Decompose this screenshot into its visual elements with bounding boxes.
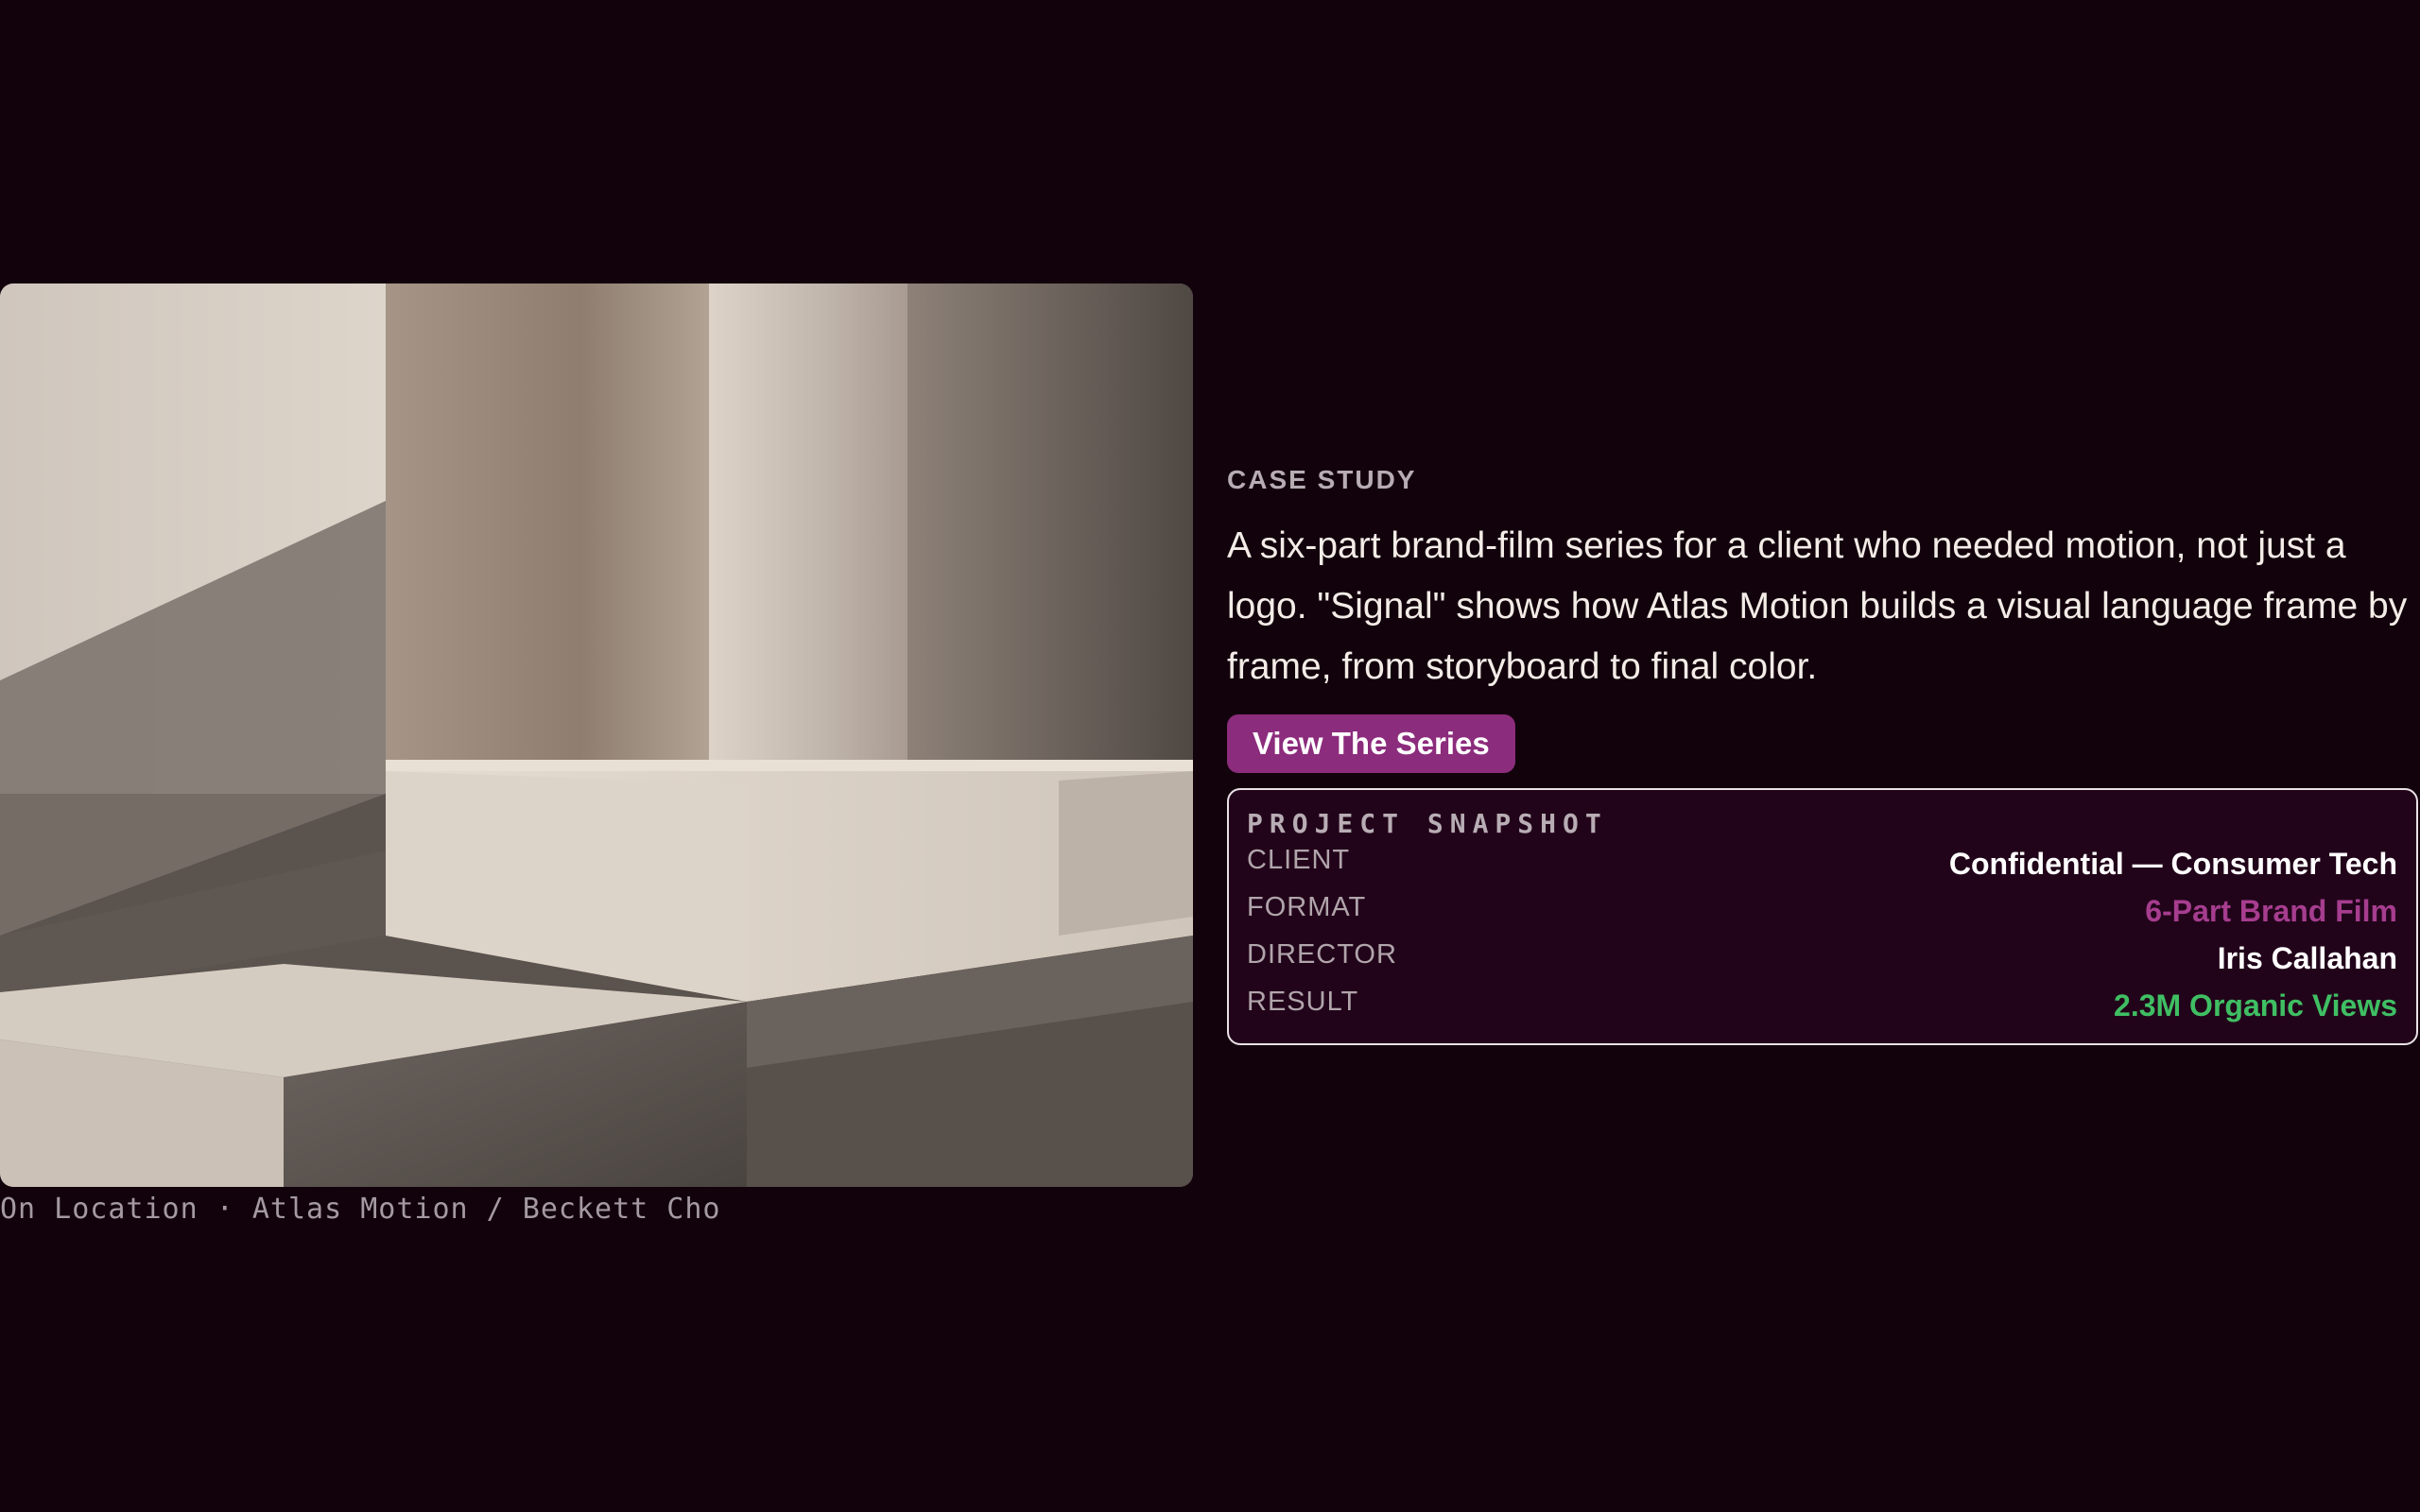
- snapshot-label: DIRECTOR: [1247, 939, 1397, 970]
- hero-image: [0, 284, 1193, 1187]
- case-study-content: CASE STUDY A six-part brand-film series …: [1227, 461, 2420, 773]
- snapshot-value: Iris Callahan: [2217, 941, 2397, 975]
- project-snapshot-card: PROJECT SNAPSHOT CLIENT Confidential — C…: [1227, 788, 2418, 1045]
- snapshot-row-director: DIRECTOR Iris Callahan: [1247, 936, 2399, 983]
- view-series-button[interactable]: View The Series: [1227, 714, 1515, 773]
- snapshot-label: CLIENT: [1247, 845, 1351, 875]
- abstract-steps-illustration: [0, 284, 1193, 1187]
- image-caption: On Location · Atlas Motion / Beckett Cho: [0, 1193, 721, 1226]
- snapshot-row-result: RESULT 2.3M Organic Views: [1247, 983, 2399, 1030]
- snapshot-label: FORMAT: [1247, 892, 1367, 922]
- snapshot-title: PROJECT SNAPSHOT: [1247, 808, 1608, 839]
- snapshot-value: 6-Part Brand Film: [2145, 894, 2397, 928]
- snapshot-row-format: FORMAT 6-Part Brand Film: [1247, 888, 2399, 936]
- case-study-description: A six-part brand-film series for a clien…: [1227, 525, 2408, 687]
- section-eyebrow: CASE STUDY: [1227, 465, 1417, 494]
- snapshot-value: 2.3M Organic Views: [2114, 988, 2397, 1022]
- snapshot-label: RESULT: [1247, 987, 1359, 1017]
- snapshot-row-client: CLIENT Confidential — Consumer Tech: [1247, 841, 2399, 888]
- snapshot-value: Confidential — Consumer Tech: [1948, 847, 2397, 881]
